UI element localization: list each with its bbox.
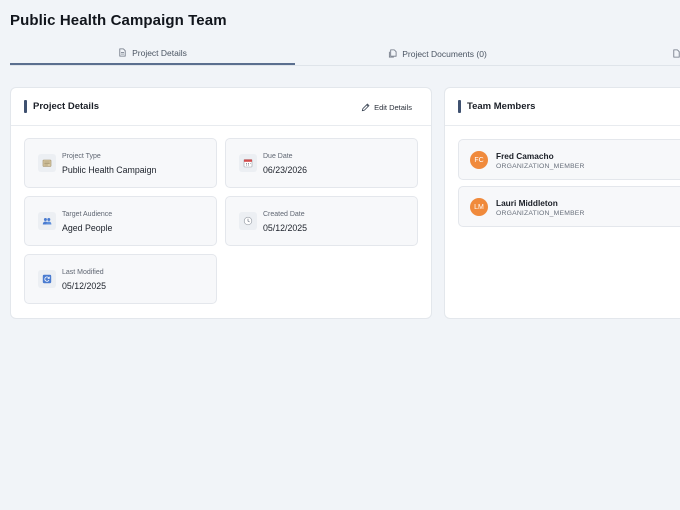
team-members-card: Team Members FC Fred Camacho ORGANIZATIO… xyxy=(444,87,680,319)
member-name: Lauri Middleton xyxy=(496,198,558,208)
folder-icon xyxy=(38,154,56,172)
edit-details-label: Edit Details xyxy=(374,102,412,112)
due-date-field: Due Date 06/23/2026 xyxy=(225,138,418,188)
card-title: Team Members xyxy=(467,101,536,112)
accent-bar xyxy=(24,100,27,113)
tab-more[interactable] xyxy=(672,42,680,65)
page: Public Health Campaign Team Project Deta… xyxy=(0,0,680,510)
tab-label: Project Documents (0) xyxy=(402,48,487,59)
document-icon xyxy=(119,48,126,57)
card-header: Project Details Edit Details xyxy=(11,88,431,126)
field-value: Aged People xyxy=(62,223,113,233)
team-member-item[interactable]: FC Fred Camacho ORGANIZATION_MEMBER xyxy=(458,139,680,180)
field-value: Public Health Campaign xyxy=(62,165,157,175)
accent-bar xyxy=(458,100,461,113)
refresh-icon xyxy=(38,270,56,288)
field-label: Target Audience xyxy=(62,211,113,218)
field-value: 06/23/2026 xyxy=(263,165,308,175)
document-icon xyxy=(673,49,680,58)
clock-icon xyxy=(239,212,257,230)
pencil-icon xyxy=(361,103,370,111)
member-role: ORGANIZATION_MEMBER xyxy=(496,163,585,170)
avatar: LM xyxy=(470,198,488,216)
field-label: Last Modified xyxy=(62,269,104,276)
project-details-card: Project Details Edit Details Project Typ… xyxy=(10,87,432,319)
field-value: 05/12/2025 xyxy=(263,223,308,233)
edit-details-button[interactable]: Edit Details xyxy=(361,100,412,114)
people-icon xyxy=(38,212,56,230)
member-role: ORGANIZATION_MEMBER xyxy=(496,210,585,217)
tab-project-details[interactable]: Project Details xyxy=(10,42,295,65)
member-name: Fred Camacho xyxy=(496,151,554,161)
tab-label: Project Details xyxy=(132,47,187,58)
card-title: Project Details xyxy=(33,101,99,112)
team-member-item[interactable]: LM Lauri Middleton ORGANIZATION_MEMBER xyxy=(458,186,680,227)
tab-bar: Project Details Project Documents (0) xyxy=(10,42,680,66)
field-label: Project Type xyxy=(62,153,101,160)
field-label: Due Date xyxy=(263,153,293,160)
last-modified-field: Last Modified 05/12/2025 xyxy=(24,254,217,304)
documents-icon xyxy=(389,49,397,58)
field-label: Created Date xyxy=(263,211,305,218)
tab-project-documents[interactable]: Project Documents (0) xyxy=(295,42,580,65)
calendar-icon xyxy=(239,154,257,172)
card-header: Team Members xyxy=(445,88,680,126)
project-type-field: Project Type Public Health Campaign xyxy=(24,138,217,188)
page-title: Public Health Campaign Team xyxy=(10,12,227,29)
created-date-field: Created Date 05/12/2025 xyxy=(225,196,418,246)
avatar: FC xyxy=(470,151,488,169)
target-audience-field: Target Audience Aged People xyxy=(24,196,217,246)
field-value: 05/12/2025 xyxy=(62,281,107,291)
